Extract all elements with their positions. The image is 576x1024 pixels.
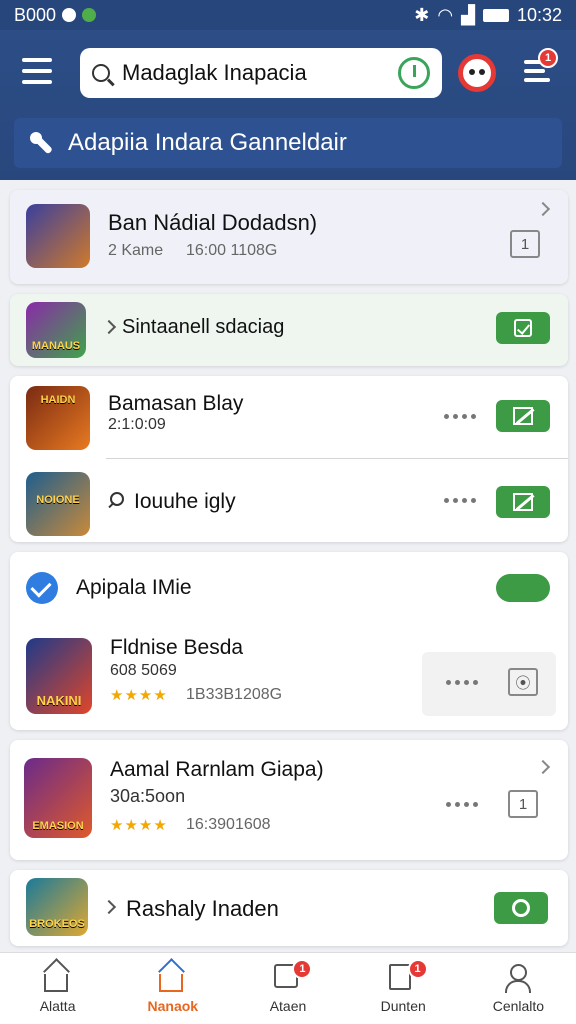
game-thumbnail: NAKINI [26,638,92,714]
game-thumbnail: NOIONE [26,472,90,536]
nav-badge: 1 [407,959,428,979]
store-icon [158,964,187,992]
list-card[interactable]: BROKEOS Rashaly Inaden [10,870,568,946]
info-box-icon[interactable]: ⦿ [508,668,538,696]
card-subtitle: 2:1:0:09 [108,416,166,433]
card-title: Rashaly Inaden [126,896,279,921]
nav-item-store[interactable]: Nanaok [115,953,230,1024]
more-options-icon[interactable] [444,498,476,503]
search-bar[interactable]: Madaglak Inapacia [80,48,442,98]
card-subtitle: 30a:5oon [110,786,186,806]
nav-label: Cenlalto [492,997,545,1014]
menu-button[interactable] [22,58,52,84]
card-timestamp: 16:3901608 [186,816,271,833]
notification-badge: 1 [538,48,558,68]
count-box[interactable]: 1 [510,230,540,258]
nav-item-home[interactable]: Alatta [0,953,115,1024]
status-carrier: B000 [14,4,57,25]
app-notification-icon [82,8,97,22]
status-time: 10:32 [516,4,562,25]
nav-label: Nanaok [147,997,199,1014]
card-subtitle: 2 Kame [108,242,164,259]
chevron-right-icon [101,899,117,915]
card-title: Aamal Rarnlam Giapa) [110,758,324,781]
nav-label: Ataen [269,997,307,1014]
home-icon [43,964,72,992]
section-title: Apipala IMie [76,576,192,599]
rating-stars: ★★★★ [110,687,168,704]
card-title: Bamasan Blay [108,392,244,415]
game-thumbnail: EMASION [24,758,92,838]
nav-item-downloads[interactable]: 1 Dunten [346,953,461,1024]
game-thumbnail: HAIDN [26,386,90,450]
banner-text: Adapiia Indara Ganneldair [68,129,347,156]
card-timestamp: 1B33B1208G [186,686,283,703]
confirm-button[interactable] [494,892,548,924]
chevron-right-icon [101,319,117,335]
list-card[interactable]: MANAUS Sintaanell sdaciag [10,294,568,366]
count-box[interactable]: 1 [508,790,538,818]
more-options-icon[interactable] [446,680,478,685]
status-left: B000 [14,4,97,26]
confirm-button[interactable] [496,312,550,344]
game-thumbnail: MANAUS [26,302,86,358]
card-title: Fldnise Besda [110,636,244,659]
chevron-right-icon[interactable] [535,759,551,775]
history-icon[interactable] [398,57,430,89]
game-thumbnail: BROKEOS [26,878,88,936]
game-thumbnail [26,204,90,268]
search-icon [92,64,110,82]
status-right: ✱ ◠ ▟ 10:32 [414,5,562,26]
nav-label: Alatta [39,997,76,1014]
user-icon [504,963,532,993]
divider [106,458,568,459]
bottom-nav: Alatta Nanaok 1 Ataen 1 Dunten Cenlalto [0,952,576,1024]
section-toggle[interactable] [496,574,550,602]
profile-mascot-button[interactable] [458,54,496,92]
section-card: Apipala IMie NAKINI Fldnise Besda 608 50… [10,552,568,730]
open-icon [513,493,533,511]
more-options-icon[interactable] [446,802,478,807]
rating-stars: ★★★★ [110,817,168,834]
notification-dot-icon [62,8,77,22]
promo-banner[interactable]: Adapiia Indara Ganneldair [14,118,562,168]
app-header: Madaglak Inapacia 1 Adapiia Indara Ganne… [0,30,576,180]
wifi-icon: ◠ [437,4,454,25]
user-pin-icon [110,492,124,506]
chevron-right-icon[interactable] [535,201,551,217]
open-icon [513,407,533,425]
tools-icon [28,130,54,156]
status-bar: B000 ✱ ◠ ▟ 10:32 [0,0,576,30]
card-title: Ban Nádial Dodadsn) [108,210,318,235]
search-input[interactable]: Madaglak Inapacia [122,60,398,86]
check-icon [514,319,532,337]
open-button[interactable] [496,400,550,432]
list-card[interactable]: Ban Nádial Dodadsn) 2 Kame 16:00 1108G 1 [10,190,568,284]
verified-icon [26,572,58,604]
card-timestamp: 16:00 1108G [186,242,278,259]
nav-badge: 1 [292,959,313,979]
bluetooth-icon: ✱ [414,4,430,25]
nav-item-profile[interactable]: Cenlalto [461,953,576,1024]
battery-icon [482,8,509,22]
list-card-group: HAIDN Bamasan Blay 2:1:0:09 NOIONE Iouuh… [10,376,568,542]
nav-item-library[interactable]: 1 Ataen [230,953,345,1024]
signal-icon: ▟ [461,4,475,25]
card-subtitle: 608 5069 [110,662,177,679]
nav-label: Dunten [380,997,426,1014]
ring-icon [512,899,530,917]
card-title: Iouuhe igly [134,490,236,513]
card-title: Sintaanell sdaciag [122,316,285,338]
more-options-icon[interactable] [444,414,476,419]
list-card[interactable]: EMASION Aamal Rarnlam Giapa) 30a:5oon ★★… [10,740,568,860]
open-button[interactable] [496,486,550,518]
